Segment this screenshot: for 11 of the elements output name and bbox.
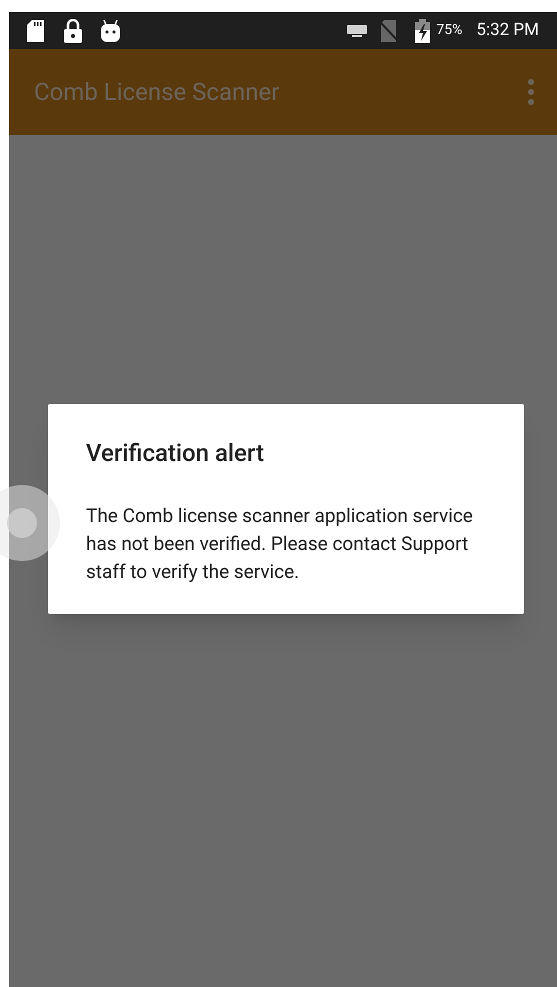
lock-icon bbox=[64, 18, 82, 42]
dialog-message: The Comb license scanner application service has not been verified. Please contact Support staff to verify the service. bbox=[86, 503, 474, 585]
battery-percent: 75% bbox=[436, 21, 462, 40]
battery-charging-icon bbox=[415, 18, 430, 42]
dialog-title: Verification alert bbox=[86, 438, 265, 468]
clock: 5:32 PM bbox=[476, 18, 539, 42]
app-title: Comb License Scanner bbox=[34, 77, 280, 108]
keyboard-icon bbox=[347, 24, 368, 36]
sd-card-icon bbox=[27, 20, 44, 42]
robot-icon bbox=[101, 20, 120, 42]
more-options-button[interactable] bbox=[527, 79, 535, 105]
